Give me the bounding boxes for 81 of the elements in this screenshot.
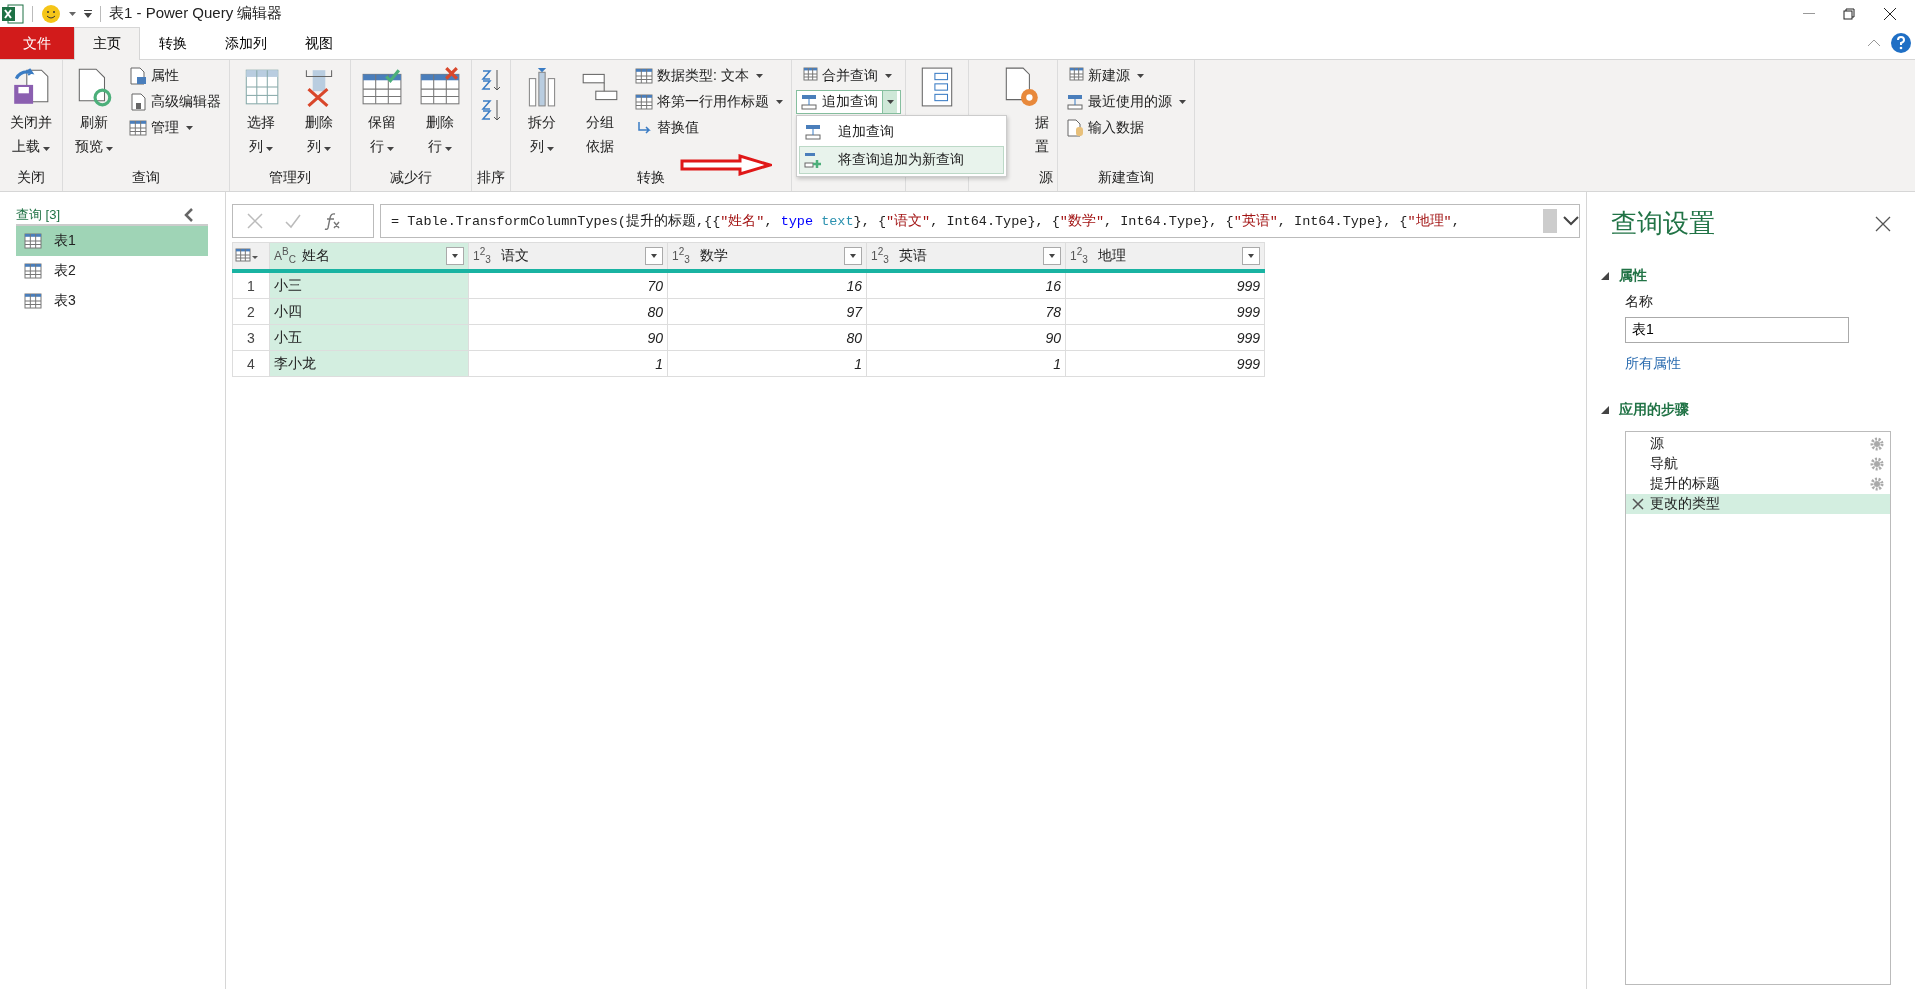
ribbon-button[interactable]: 删除 行 — [413, 64, 467, 165]
ribbon-button[interactable]: 保留 行 — [355, 64, 409, 165]
row-number: 1 — [232, 271, 270, 299]
table-cell: 90 — [468, 324, 668, 351]
query-item[interactable]: 表2 — [16, 256, 208, 286]
ribbon-button[interactable]: 删除 列 — [292, 64, 346, 165]
table-cell: 李小龙 — [269, 350, 469, 377]
table-cell: 小三 — [269, 271, 469, 299]
table-cell: 97 — [667, 298, 867, 325]
button-label[interactable]: 置 — [1035, 136, 1049, 156]
ribbon-tab[interactable]: 视图 — [286, 27, 352, 59]
column-header[interactable]: 1$^{2}$$_{3}$ 语文 — [468, 242, 668, 271]
applied-step[interactable]: 提升的标题 — [1626, 474, 1890, 494]
name-field[interactable]: 表1 — [1625, 317, 1849, 343]
table-cell: 90 — [866, 324, 1066, 351]
ribbon-button[interactable]: 选择 列 — [234, 64, 288, 165]
ribbon-button[interactable]: 将第一行用作标题 — [631, 90, 787, 114]
table-cell: 1 — [468, 350, 668, 377]
split-button[interactable]: 追加查询 — [796, 90, 901, 114]
ribbon-button[interactable]: 替换值 — [631, 116, 787, 140]
query-item[interactable]: 表1 — [16, 226, 208, 256]
table-cell: 999 — [1065, 298, 1265, 325]
group-label: 减少行 — [390, 169, 432, 187]
table-cell: 16 — [667, 271, 867, 299]
ribbon-tab[interactable]: 添加列 — [206, 27, 286, 59]
group-label: 查询 — [132, 169, 160, 187]
table-cell: 80 — [468, 298, 668, 325]
column-header[interactable]: 1$^{2}$$_{3}$ 数学 — [667, 242, 867, 271]
query-item[interactable]: 表3 — [16, 286, 208, 316]
table-cell: 999 — [1065, 350, 1265, 377]
ribbon-button[interactable]: 高级编辑器 — [125, 90, 225, 114]
ribbon-button[interactable]: 新建源 — [1062, 64, 1190, 88]
ribbon-button[interactable]: 管理 — [125, 116, 225, 140]
ribbon-button[interactable]: 合并查询 — [796, 64, 901, 88]
group-label: 转换 — [637, 169, 665, 187]
table-cell: 999 — [1065, 324, 1265, 351]
field-label: 名称 — [1625, 293, 1654, 311]
ribbon-button[interactable]: 数据类型: 文本 — [631, 64, 787, 88]
column-header[interactable]: 1$^{2}$$_{3}$ 英语 — [866, 242, 1066, 271]
applied-step[interactable]: 导航 — [1626, 454, 1890, 474]
window-title: 表1 - Power Query 编辑器 — [109, 4, 283, 23]
ribbon-tab[interactable]: 转换 — [140, 27, 206, 59]
group-label: 管理列 — [269, 169, 311, 187]
formula-field[interactable]: = Table.TransformColumnTypes(提升的标题,{{"姓名", type text}, {"语文", Int64.Type}, {"数学", Int64.Type}, {"英语", Int64.Type}, {"地理", — [380, 204, 1580, 238]
ribbon-button[interactable]: 刷新 预览 — [67, 64, 121, 165]
table-cell: 78 — [866, 298, 1066, 325]
table-cell: 16 — [866, 271, 1066, 299]
table-cell: 小四 — [269, 298, 469, 325]
table-cell: 1 — [866, 350, 1066, 377]
group-label: 排序 — [477, 169, 505, 187]
table-cell: 1 — [667, 350, 867, 377]
applied-step[interactable]: 源 — [1626, 434, 1890, 454]
row-number: 2 — [232, 298, 270, 325]
ribbon-button[interactable]: 分组 依据 — [573, 64, 627, 165]
row-number: 4 — [232, 350, 270, 377]
ribbon-button[interactable]: 拆分 列 — [515, 64, 569, 165]
queries-header: 查询 [3] — [16, 206, 61, 224]
row-number: 3 — [232, 324, 270, 351]
group-label: 关闭 — [17, 169, 45, 187]
pane-title: 查询设置 — [1611, 207, 1715, 240]
ribbon-tab[interactable]: 文件 — [0, 27, 74, 59]
section-heading: 应用的步骤 — [1619, 401, 1689, 419]
applied-step[interactable]: 更改的类型 — [1626, 494, 1890, 514]
all-properties-link[interactable]: 所有属性 — [1625, 355, 1891, 373]
table-cell: 70 — [468, 271, 668, 299]
ribbon-button[interactable]: 最近使用的源 — [1062, 90, 1190, 114]
ribbon-button[interactable]: 输入数据 — [1062, 116, 1190, 140]
button-label[interactable]: 据 — [1035, 112, 1049, 132]
group-label: 新建查询 — [1098, 169, 1154, 187]
menu-item[interactable]: 追加查询 — [799, 118, 1004, 146]
table-cell: 小五 — [269, 324, 469, 351]
menu-item[interactable]: 将查询追加为新查询 — [799, 146, 1004, 174]
section-heading: 属性 — [1619, 267, 1647, 285]
table-cell: 999 — [1065, 271, 1265, 299]
ribbon-button[interactable]: 属性 — [125, 64, 225, 88]
ribbon-button[interactable]: 关闭并 上载 — [4, 64, 58, 165]
column-header[interactable]: A$^{B}$$_{C}$ 姓名 — [269, 242, 469, 271]
table-cell: 80 — [667, 324, 867, 351]
column-header[interactable]: 1$^{2}$$_{3}$ 地理 — [1065, 242, 1265, 271]
group-label: 源 — [1039, 169, 1053, 187]
ribbon-tab[interactable]: 主页 — [74, 27, 140, 60]
